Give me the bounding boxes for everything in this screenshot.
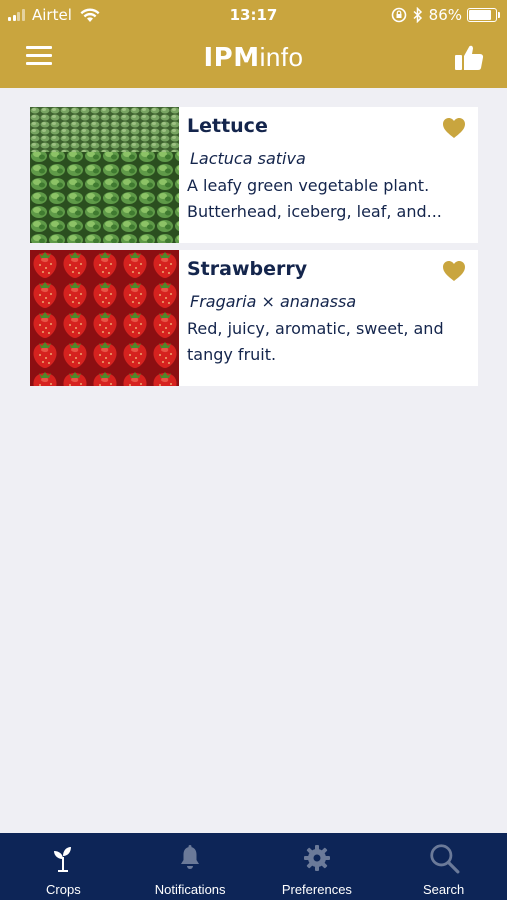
- battery-icon: [467, 8, 500, 22]
- tab-search[interactable]: Search: [380, 833, 507, 900]
- lettuce-image: [30, 107, 179, 243]
- favorite-button[interactable]: [442, 260, 466, 282]
- tab-preferences[interactable]: Preferences: [254, 833, 381, 900]
- gear-icon: [303, 845, 330, 871]
- battery-percent: 86%: [428, 6, 462, 24]
- lettuce-field-photo: [30, 107, 179, 243]
- bell-icon: [181, 845, 200, 869]
- crop-description: A leafy green vegetable plant. Butterhea…: [187, 176, 442, 221]
- crop-scientific-name: Lactuca sativa: [190, 149, 306, 168]
- nav-bar: IPMinfo: [0, 32, 507, 88]
- crop-card-lettuce[interactable]: Lettuce Lactuca sativa A leafy green veg…: [30, 107, 478, 243]
- crop-name: Strawberry: [187, 258, 308, 280]
- logo-light-text: info: [259, 42, 304, 72]
- tab-label: Preferences: [281, 882, 352, 897]
- rotation-lock-icon: [391, 7, 406, 23]
- bottom-tab-bar: Crops Notifications Preferences Search: [0, 833, 507, 900]
- logo-bold-text: IPM: [203, 43, 260, 73]
- crop-scientific-name: Fragaria × ananassa: [190, 292, 357, 311]
- card-body: Strawberry Fragaria × ananassa Red, juic…: [187, 258, 473, 368]
- heart-icon: [443, 261, 465, 281]
- crop-card-strawberry[interactable]: Strawberry Fragaria × ananassa Red, juic…: [30, 250, 478, 386]
- tab-label: Search: [423, 882, 465, 897]
- tab-label: Crops: [46, 882, 81, 897]
- status-bar: Airtel 13:17 86%: [0, 0, 507, 32]
- thumbs-up-button[interactable]: [453, 42, 485, 74]
- app-logo: IPMinfo: [0, 42, 507, 73]
- strawberries-photo: [30, 250, 179, 386]
- status-right: 86%: [385, 6, 500, 24]
- app-header: Airtel 13:17 86% IPMinfo: [0, 0, 507, 88]
- card-body: Lettuce Lactuca sativa A leafy green veg…: [187, 115, 473, 225]
- battery-level-fill: [469, 10, 492, 20]
- tab-label: Notifications: [154, 882, 226, 897]
- bluetooth-icon: [413, 7, 422, 23]
- tab-crops[interactable]: Crops: [0, 833, 127, 900]
- search-icon: [429, 844, 460, 874]
- thumbs-up-icon: [455, 45, 484, 70]
- crop-list: Lettuce Lactuca sativa A leafy green veg…: [30, 107, 478, 393]
- crop-description: Red, juicy, aromatic, sweet, and tangy f…: [187, 319, 444, 364]
- favorite-button[interactable]: [442, 117, 466, 139]
- strawberry-image: [30, 250, 179, 386]
- crop-name: Lettuce: [187, 115, 268, 137]
- sprout-icon: [54, 847, 72, 872]
- tab-notifications[interactable]: Notifications: [127, 833, 254, 900]
- heart-icon: [443, 118, 465, 138]
